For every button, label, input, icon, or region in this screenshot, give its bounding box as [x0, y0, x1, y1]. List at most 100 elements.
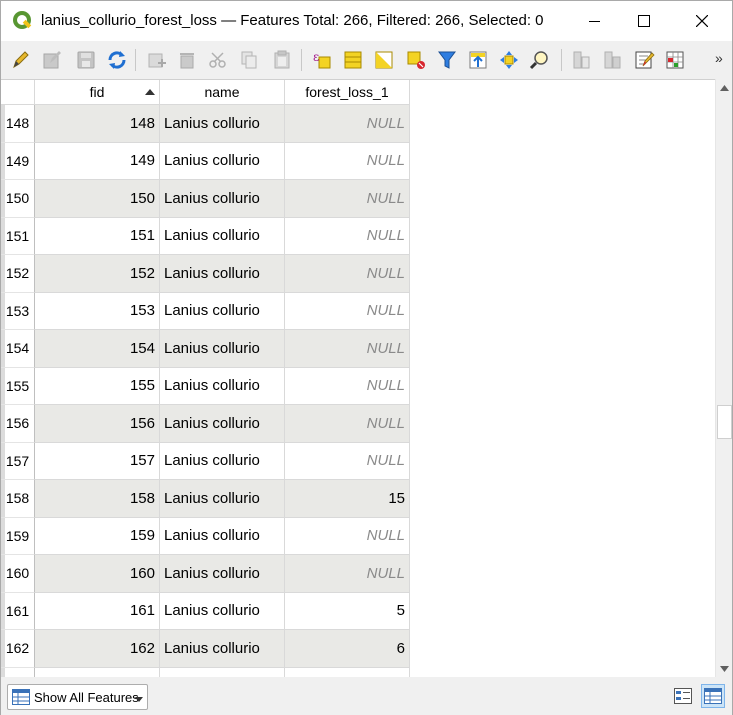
row-header[interactable]: 160 [1, 555, 35, 593]
cell-name[interactable]: Lanius collurio [160, 105, 285, 143]
cell-fid[interactable]: 157 [35, 442, 160, 480]
column-header-forest-loss[interactable]: forest_loss_1 [285, 80, 410, 105]
table-row[interactable]: 149 149 Lanius collurio NULL [1, 142, 411, 180]
cell-forest-loss[interactable]: 5 [285, 592, 410, 630]
copy-icon[interactable] [238, 49, 260, 71]
table-row[interactable]: 159 159 Lanius collurio NULL [1, 517, 411, 555]
row-header[interactable]: 152 [1, 255, 35, 293]
open-field-calculator-icon[interactable] [633, 49, 655, 71]
row-header[interactable]: 157 [1, 442, 35, 480]
table-row[interactable]: 161 161 Lanius collurio 5 [1, 592, 411, 630]
cell-name[interactable]: Lanius collurio [160, 480, 285, 518]
cell-name[interactable]: Lanius collurio [160, 517, 285, 555]
cell-name[interactable]: Lanius collurio [160, 292, 285, 330]
cell-fid[interactable]: 158 [35, 480, 160, 518]
cell-forest-loss[interactable]: 15 [285, 480, 410, 518]
cell-forest-loss[interactable]: NULL [285, 292, 410, 330]
cell-forest-loss[interactable]: NULL [285, 367, 410, 405]
cell-fid[interactable]: 151 [35, 217, 160, 255]
table-row[interactable]: 153 153 Lanius collurio NULL [1, 292, 411, 330]
cell-forest-loss[interactable]: NULL [285, 330, 410, 368]
cell-fid[interactable]: 150 [35, 180, 160, 218]
row-header[interactable]: 151 [1, 217, 35, 255]
add-feature-icon[interactable] [146, 49, 168, 71]
save-edits-icon[interactable] [75, 49, 97, 71]
switch-to-table-view-button[interactable] [701, 684, 725, 708]
table-row[interactable]: 158 158 Lanius collurio 15 [1, 480, 411, 518]
column-header-name[interactable]: name [160, 80, 285, 105]
cell-fid[interactable]: 149 [35, 142, 160, 180]
table-corner-button[interactable] [1, 80, 35, 105]
table-row[interactable]: 150 150 Lanius collurio NULL [1, 180, 411, 218]
cell-fid[interactable]: 153 [35, 292, 160, 330]
cell-forest-loss[interactable]: NULL [285, 105, 410, 143]
cell-fid[interactable]: 148 [35, 105, 160, 143]
table-row[interactable]: 152 152 Lanius collurio NULL [1, 255, 411, 293]
cell-name[interactable]: Lanius collurio [160, 142, 285, 180]
table-row[interactable]: 151 151 Lanius collurio NULL [1, 217, 411, 255]
table-row[interactable]: 160 160 Lanius collurio NULL [1, 555, 411, 593]
toggle-editing-icon[interactable] [9, 49, 31, 71]
cut-icon[interactable] [207, 49, 229, 71]
paste-icon[interactable] [271, 49, 293, 71]
minimize-button[interactable] [571, 1, 617, 41]
cell-forest-loss[interactable]: 6 [285, 630, 410, 668]
select-by-expression-icon[interactable]: ε [311, 49, 333, 71]
column-header-fid[interactable]: fid [35, 80, 160, 105]
cell-forest-loss[interactable]: NULL [285, 142, 410, 180]
switch-to-form-view-button[interactable] [671, 684, 695, 708]
cell-forest-loss[interactable]: NULL [285, 555, 410, 593]
cell-forest-loss[interactable]: NULL [285, 180, 410, 218]
cell-fid[interactable]: 159 [35, 517, 160, 555]
cell-name[interactable]: Lanius collurio [160, 367, 285, 405]
row-header[interactable]: 158 [1, 480, 35, 518]
invert-selection-icon[interactable] [373, 49, 395, 71]
cell-forest-loss[interactable]: NULL [285, 255, 410, 293]
cell-name[interactable]: Lanius collurio [160, 592, 285, 630]
row-header[interactable]: 153 [1, 292, 35, 330]
row-header[interactable]: 150 [1, 180, 35, 218]
cell-name[interactable]: Lanius collurio [160, 180, 285, 218]
move-selection-top-icon[interactable] [467, 49, 489, 71]
cell-name[interactable]: Lanius collurio [160, 630, 285, 668]
delete-selected-icon[interactable] [176, 49, 198, 71]
cell-forest-loss[interactable]: NULL [285, 442, 410, 480]
reload-icon[interactable] [106, 49, 128, 71]
conditional-formatting-icon[interactable] [664, 49, 686, 71]
row-header[interactable]: 156 [1, 405, 35, 443]
cell-fid[interactable]: 161 [35, 592, 160, 630]
cell-fid[interactable]: 156 [35, 405, 160, 443]
select-all-icon[interactable] [342, 49, 364, 71]
cell-fid[interactable]: 154 [35, 330, 160, 368]
row-header[interactable]: 162 [1, 630, 35, 668]
cell-forest-loss[interactable]: NULL [285, 405, 410, 443]
row-header[interactable]: 148 [1, 105, 35, 143]
toggle-multi-edit-icon[interactable] [41, 49, 63, 71]
cell-fid[interactable]: 160 [35, 555, 160, 593]
pan-map-to-selection-icon[interactable] [498, 49, 520, 71]
close-button[interactable] [679, 1, 725, 41]
deselect-all-icon[interactable] [405, 49, 427, 71]
row-header[interactable]: 161 [1, 592, 35, 630]
cell-forest-loss[interactable]: NULL [285, 217, 410, 255]
row-header[interactable]: 154 [1, 330, 35, 368]
toolbar-overflow-button[interactable]: » [715, 50, 723, 66]
table-row[interactable]: 162 162 Lanius collurio 6 [1, 630, 411, 668]
table-row[interactable]: 154 154 Lanius collurio NULL [1, 330, 411, 368]
maximize-button[interactable] [621, 1, 667, 41]
cell-forest-loss[interactable]: NULL [285, 517, 410, 555]
scroll-down-button[interactable] [716, 660, 733, 677]
cell-name[interactable]: Lanius collurio [160, 217, 285, 255]
cell-name[interactable]: Lanius collurio [160, 442, 285, 480]
cell-name[interactable]: Lanius collurio [160, 555, 285, 593]
row-header[interactable]: 159 [1, 517, 35, 555]
cell-name[interactable]: Lanius collurio [160, 330, 285, 368]
vertical-scrollbar[interactable] [715, 79, 732, 677]
cell-fid[interactable]: 162 [35, 630, 160, 668]
cell-name[interactable]: Lanius collurio [160, 405, 285, 443]
show-features-filter-button[interactable]: Show All Features [7, 684, 148, 710]
table-row[interactable]: 148 148 Lanius collurio NULL [1, 105, 411, 143]
row-header[interactable]: 155 [1, 367, 35, 405]
filter-select-icon[interactable] [436, 49, 458, 71]
zoom-map-to-selection-icon[interactable] [529, 49, 551, 71]
